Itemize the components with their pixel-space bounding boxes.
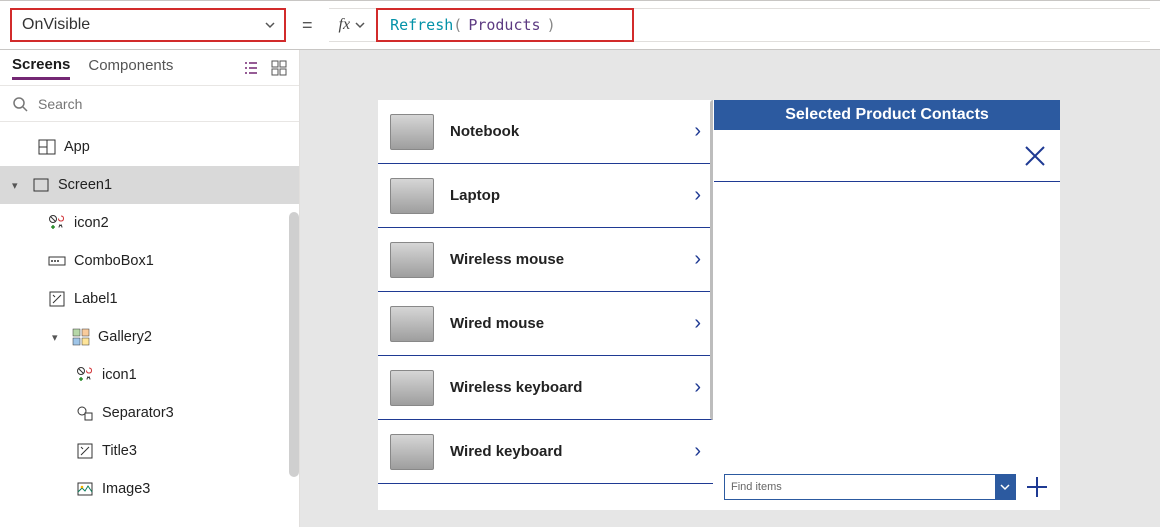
tree-view-panel: Screens Components bbox=[0, 50, 300, 527]
tree-node-label: icon1 bbox=[102, 367, 137, 383]
separator-icon bbox=[76, 404, 94, 422]
product-thumbnail bbox=[390, 178, 434, 214]
icon-control-icon bbox=[48, 214, 66, 232]
list-view-icon[interactable] bbox=[243, 60, 259, 76]
close-icon[interactable] bbox=[1022, 143, 1048, 169]
chevron-right-icon: › bbox=[694, 184, 701, 207]
gallery-item[interactable]: Laptop › bbox=[378, 164, 713, 228]
tree-node-label: Title3 bbox=[102, 443, 137, 459]
label-icon bbox=[48, 290, 66, 308]
gallery-icon bbox=[72, 328, 90, 346]
tree-node-title3[interactable]: Title3 bbox=[0, 432, 299, 470]
gallery-item[interactable]: Wireless keyboard › bbox=[378, 356, 713, 420]
tree-node-image3[interactable]: Image3 bbox=[0, 470, 299, 508]
gallery[interactable]: Notebook › Laptop › Wireless mouse › Wir… bbox=[378, 100, 714, 510]
tree-node-label: Screen1 bbox=[58, 177, 112, 193]
tree-node-label: App bbox=[64, 139, 90, 155]
canvas[interactable]: Notebook › Laptop › Wireless mouse › Wir… bbox=[300, 50, 1160, 527]
find-items-combobox[interactable]: Find items bbox=[724, 474, 1016, 500]
chevron-right-icon: › bbox=[694, 376, 701, 399]
product-title: Wired keyboard bbox=[450, 443, 678, 460]
gallery-item[interactable]: Wired mouse › bbox=[378, 292, 713, 356]
product-title: Notebook bbox=[450, 123, 678, 140]
tree-node-icon2[interactable]: icon2 bbox=[0, 204, 299, 242]
tree-node-icon1[interactable]: icon1 bbox=[0, 356, 299, 394]
detail-toolbar bbox=[714, 130, 1060, 182]
formula-identifier: Products bbox=[468, 16, 540, 34]
gallery-item[interactable]: Notebook › bbox=[378, 100, 713, 164]
product-thumbnail bbox=[390, 242, 434, 278]
chevron-right-icon: › bbox=[694, 248, 701, 271]
product-thumbnail bbox=[390, 306, 434, 342]
search-icon bbox=[12, 96, 28, 112]
chevron-right-icon: › bbox=[694, 120, 701, 143]
chevron-right-icon: › bbox=[694, 312, 701, 335]
tree-node-app[interactable]: App bbox=[0, 128, 299, 166]
detail-header: Selected Product Contacts bbox=[714, 100, 1060, 130]
tree-node-label: ComboBox1 bbox=[74, 253, 154, 269]
image-icon bbox=[76, 480, 94, 498]
tree-node-separator3[interactable]: Separator3 bbox=[0, 394, 299, 432]
equals-sign: = bbox=[302, 15, 313, 36]
tree-node-label: Separator3 bbox=[102, 405, 174, 421]
property-selector[interactable]: OnVisible bbox=[10, 8, 286, 42]
app-icon bbox=[38, 138, 56, 156]
gallery-item[interactable]: Wireless mouse › bbox=[378, 228, 713, 292]
chevron-right-icon: › bbox=[694, 440, 701, 463]
product-title: Wireless mouse bbox=[450, 251, 678, 268]
tab-components[interactable]: Components bbox=[88, 57, 173, 78]
tree-node-label: Gallery2 bbox=[98, 329, 152, 345]
gallery-item[interactable]: Wired keyboard › bbox=[378, 420, 713, 484]
product-thumbnail bbox=[390, 370, 434, 406]
product-title: Wireless keyboard bbox=[450, 379, 678, 396]
tree-search[interactable] bbox=[0, 86, 299, 122]
collapse-icon[interactable]: ▾ bbox=[52, 331, 64, 344]
property-selector-value: OnVisible bbox=[22, 16, 90, 34]
tree-node-label1[interactable]: Label1 bbox=[0, 280, 299, 318]
formula-input-wrap: fx Refresh( Products ) bbox=[329, 8, 1150, 42]
tree: App ▾ Screen1 icon2 bbox=[0, 122, 299, 527]
formula-function: Refresh bbox=[390, 16, 453, 34]
search-input[interactable] bbox=[38, 96, 287, 112]
detail-footer: Find items bbox=[714, 464, 1060, 510]
screen-artboard: Notebook › Laptop › Wireless mouse › Wir… bbox=[378, 100, 1060, 510]
combobox-placeholder: Find items bbox=[731, 481, 782, 493]
fx-icon: fx bbox=[339, 16, 351, 34]
chevron-down-icon bbox=[264, 19, 276, 31]
combobox-icon bbox=[48, 252, 66, 270]
product-thumbnail bbox=[390, 114, 434, 150]
tree-node-label: icon2 bbox=[74, 215, 109, 231]
product-title: Laptop bbox=[450, 187, 678, 204]
formula-bar: OnVisible = fx Refresh( Products ) bbox=[0, 0, 1160, 50]
product-title: Wired mouse bbox=[450, 315, 678, 332]
tree-node-label: Label1 bbox=[74, 291, 118, 307]
scrollbar[interactable] bbox=[289, 212, 299, 477]
chevron-down-icon bbox=[995, 475, 1015, 499]
grid-view-icon[interactable] bbox=[271, 60, 287, 76]
tab-screens[interactable]: Screens bbox=[12, 56, 70, 80]
collapse-icon[interactable]: ▾ bbox=[12, 179, 24, 192]
screen-icon bbox=[32, 176, 50, 194]
detail-pane: Selected Product Contacts Find items bbox=[714, 100, 1060, 510]
tree-node-screen1[interactable]: ▾ Screen1 bbox=[0, 166, 299, 204]
product-thumbnail bbox=[390, 434, 434, 470]
label-icon bbox=[76, 442, 94, 460]
chevron-down-icon[interactable] bbox=[354, 19, 366, 31]
tree-node-gallery2[interactable]: ▾ Gallery2 bbox=[0, 318, 299, 356]
icon-control-icon bbox=[76, 366, 94, 384]
detail-body bbox=[714, 182, 1060, 464]
formula-input[interactable]: Refresh( Products ) bbox=[376, 8, 634, 42]
tree-node-combobox1[interactable]: ComboBox1 bbox=[0, 242, 299, 280]
tree-node-label: Image3 bbox=[102, 481, 150, 497]
add-icon[interactable] bbox=[1024, 474, 1050, 500]
tree-tabs: Screens Components bbox=[0, 50, 299, 86]
